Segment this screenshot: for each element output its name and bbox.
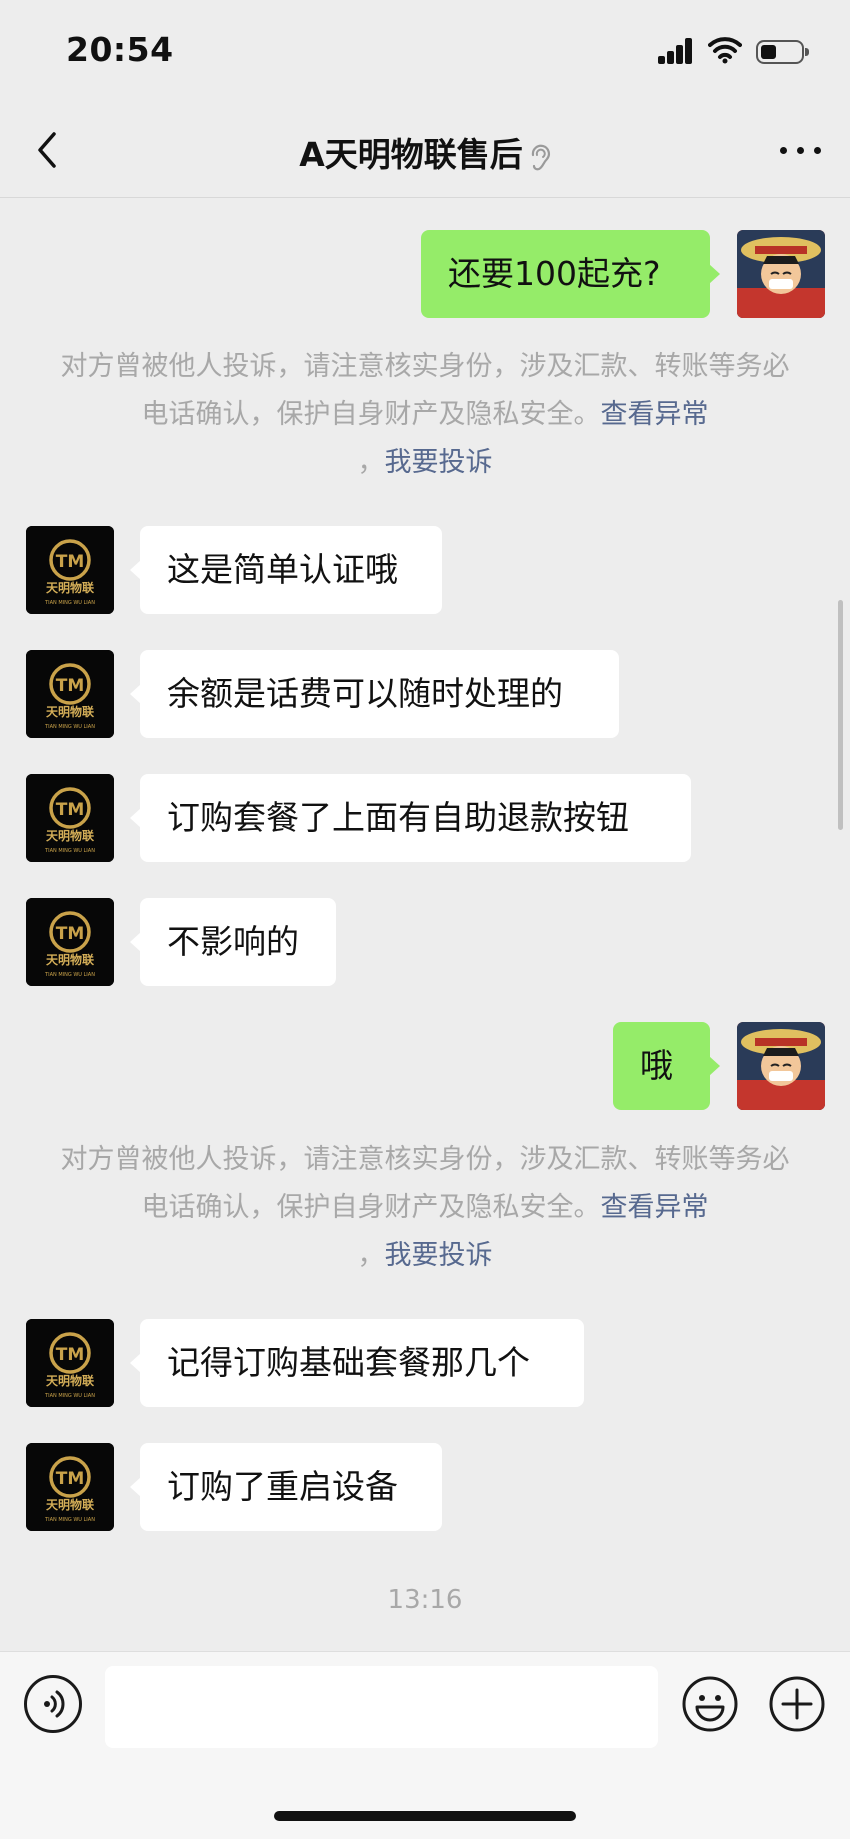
notice-separator: ， <box>357 1240 385 1271</box>
chat-timestamp: 13:16 <box>387 1585 463 1615</box>
chat-scrollbar[interactable] <box>838 600 843 830</box>
message-bubble-received[interactable]: 不影响的 <box>130 898 336 986</box>
brand-mark: TM <box>56 924 85 944</box>
brand-sub: TIAN MING WU LIAN <box>44 724 95 730</box>
battery-icon <box>756 40 809 64</box>
message-bubble-sent[interactable]: 哦 <box>613 1022 720 1110</box>
brand-mark: TM <box>56 800 85 820</box>
wifi-icon <box>708 37 742 64</box>
input-bar <box>0 1651 850 1839</box>
brand-name: 天明物联 <box>46 1373 94 1388</box>
message-input[interactable] <box>105 1666 658 1748</box>
brand-name: 天明物联 <box>46 1497 94 1512</box>
brand-sub: TIAN MING WU LIAN <box>44 600 95 606</box>
brand-sub: TIAN MING WU LIAN <box>44 1517 95 1523</box>
signal-icon <box>658 38 692 64</box>
contact-avatar[interactable]: TM 天明物联 TIAN MING WU LIAN <box>26 1319 114 1407</box>
status-bar: 20:54 <box>0 0 850 100</box>
brand-sub: TIAN MING WU LIAN <box>44 1393 95 1399</box>
user-avatar[interactable] <box>737 1022 825 1110</box>
brand-name: 天明物联 <box>46 828 94 843</box>
brand-mark: TM <box>56 676 85 696</box>
brand-sub: TIAN MING WU LIAN <box>44 972 95 978</box>
brand-sub: TIAN MING WU LIAN <box>44 848 95 854</box>
brand-name: 天明物联 <box>46 952 94 967</box>
message-bubble-received[interactable]: 订购套餐了上面有自助退款按钮 <box>130 774 691 862</box>
fraud-warning-notice: 对方曾被他人投诉，请注意核实身份，涉及汇款、转账等务必电话确认，保护自身财产及隐… <box>60 343 790 487</box>
notice-separator: ， <box>357 447 385 478</box>
contact-avatar[interactable]: TM 天明物联 TIAN MING WU LIAN <box>26 898 114 986</box>
message-bubble-sent[interactable]: 还要100起充? <box>421 230 720 318</box>
brand-mark: TM <box>56 1469 85 1489</box>
chat-header: A天明物联售后 <box>0 100 850 198</box>
chat-title-text: A天明物联售后 <box>299 135 523 174</box>
status-time: 20:54 <box>66 30 174 69</box>
view-abnormal-link[interactable]: 查看异常 <box>601 1192 709 1223</box>
report-link[interactable]: 我要投诉 <box>385 447 493 478</box>
message-bubble-received[interactable]: 记得订购基础套餐那几个 <box>130 1319 584 1407</box>
fraud-warning-notice: 对方曾被他人投诉，请注意核实身份，涉及汇款、转账等务必电话确认，保护自身财产及隐… <box>60 1136 790 1280</box>
home-indicator[interactable] <box>274 1811 576 1821</box>
contact-avatar[interactable]: TM 天明物联 TIAN MING WU LIAN <box>26 526 114 614</box>
ear-icon <box>531 144 550 170</box>
brand-name: 天明物联 <box>46 704 94 719</box>
message-bubble-received[interactable]: 余额是话费可以随时处理的 <box>130 650 619 738</box>
emoji-icon[interactable] <box>681 1675 739 1733</box>
chat-title: A天明物联售后 <box>0 128 850 176</box>
message-bubble-received[interactable]: 这是简单认证哦 <box>130 526 442 614</box>
message-bubble-received[interactable]: 订购了重启设备 <box>130 1443 442 1531</box>
contact-avatar[interactable]: TM 天明物联 TIAN MING WU LIAN <box>26 774 114 862</box>
user-avatar[interactable] <box>737 230 825 318</box>
plus-icon[interactable] <box>768 1675 826 1733</box>
brand-mark: TM <box>56 1345 85 1365</box>
voice-icon[interactable] <box>24 1675 82 1733</box>
more-icon[interactable] <box>778 130 824 166</box>
brand-name: 天明物联 <box>46 580 94 595</box>
contact-avatar[interactable]: TM 天明物联 TIAN MING WU LIAN <box>26 1443 114 1531</box>
view-abnormal-link[interactable]: 查看异常 <box>601 399 709 430</box>
contact-avatar[interactable]: TM 天明物联 TIAN MING WU LIAN <box>26 650 114 738</box>
brand-mark: TM <box>56 552 85 572</box>
report-link[interactable]: 我要投诉 <box>385 1240 493 1271</box>
